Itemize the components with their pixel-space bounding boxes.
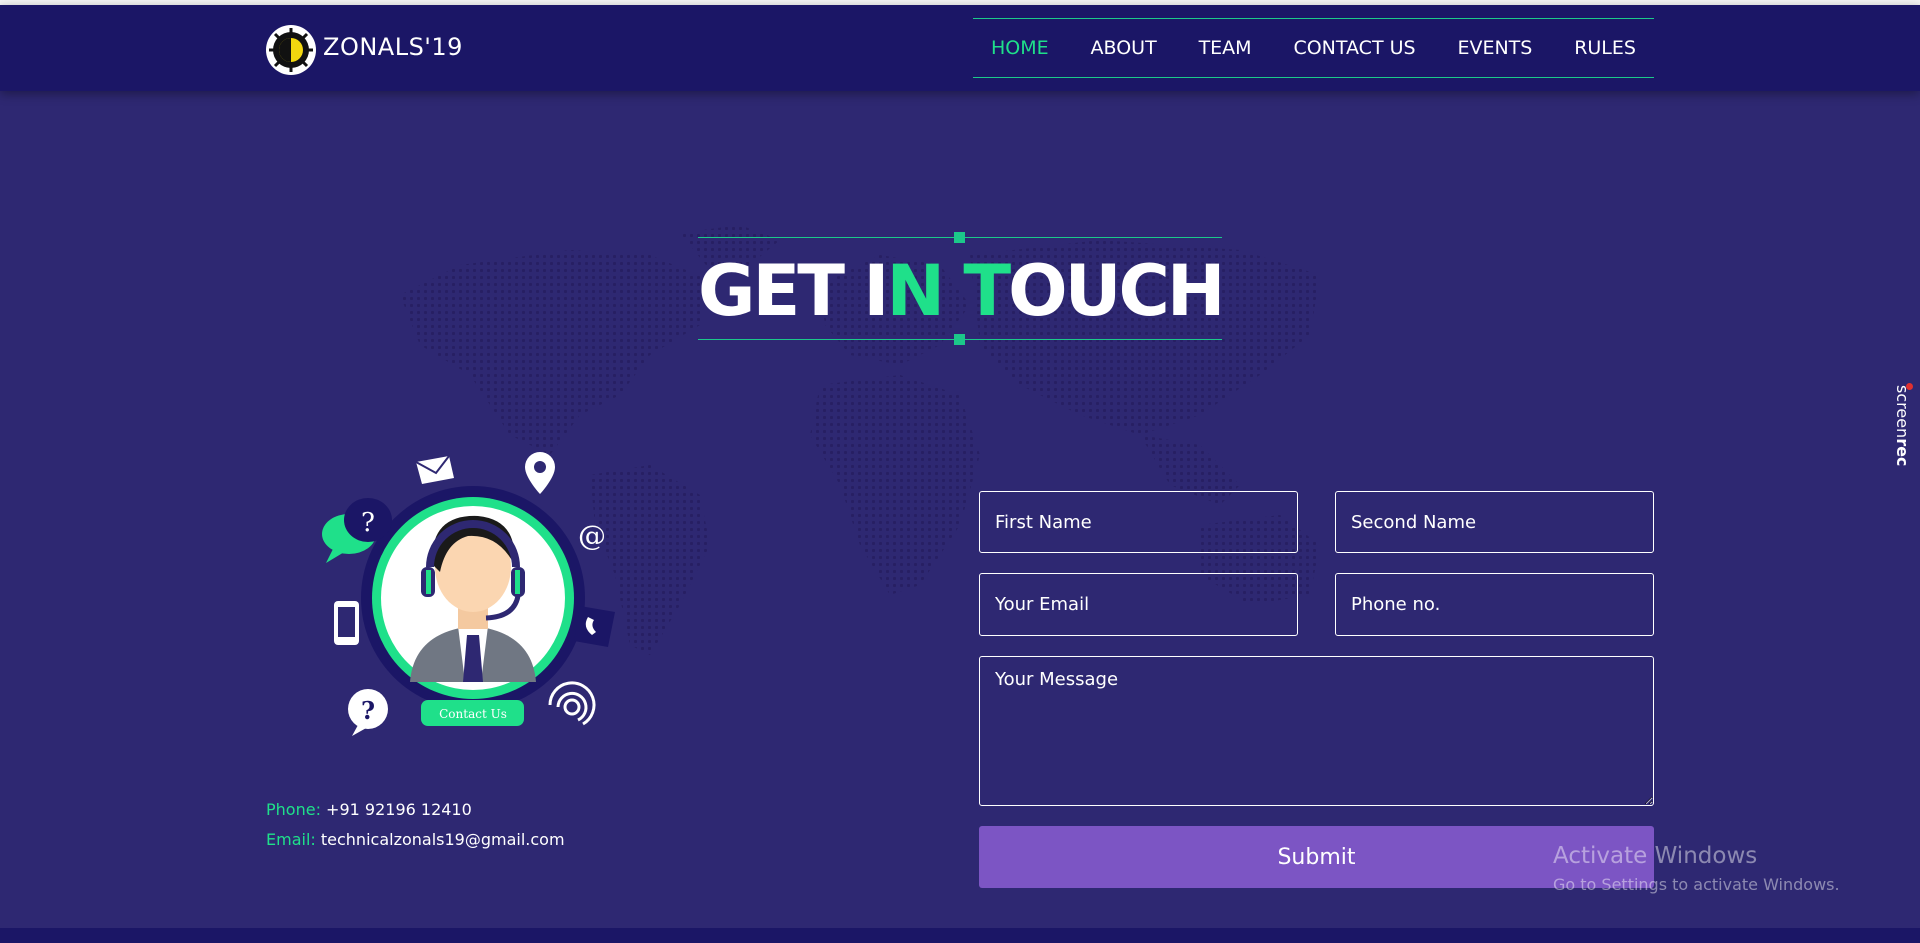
activate-windows-title: Activate Windows: [1553, 843, 1758, 869]
phone-icon: [574, 606, 615, 647]
customer-support-illustration: @ ? ? Contact Us: [322, 452, 615, 736]
activate-windows-subtitle: Go to Settings to activate Windows.: [1553, 875, 1840, 894]
main-nav: HOME ABOUT TEAM CONTACT US EVENTS RULES: [973, 18, 1654, 78]
second-name-field[interactable]: [1335, 491, 1654, 553]
question-bubble-icon: ?: [348, 689, 388, 736]
section-title: GET IN TOUCH: [698, 232, 1225, 345]
nav-home[interactable]: HOME: [991, 37, 1049, 59]
envelope-icon: [415, 455, 454, 484]
hearing-icon: [548, 681, 596, 726]
svg-text:?: ?: [361, 696, 375, 725]
contact-badge: Contact Us: [439, 707, 507, 721]
phone-value[interactable]: +91 92196 12410: [326, 800, 472, 819]
navbar: ZONALS'19 HOME ABOUT TEAM CONTACT US EVE…: [0, 5, 1920, 91]
location-pin-icon: [525, 452, 555, 494]
email-field[interactable]: [979, 573, 1298, 636]
logo-icon[interactable]: [265, 24, 317, 76]
nav-about[interactable]: ABOUT: [1091, 37, 1157, 59]
contact-info: Phone: +91 92196 12410 Email: technicalz…: [266, 795, 565, 855]
brand-name[interactable]: ZONALS'19: [323, 33, 463, 61]
nav-team[interactable]: TEAM: [1199, 37, 1252, 59]
phone-field[interactable]: [1335, 573, 1654, 636]
first-name-field[interactable]: [979, 491, 1298, 553]
title-bottom-dot: [954, 334, 965, 345]
smartphone-icon: [334, 601, 359, 645]
activate-windows-watermark: Activate Windows Go to Settings to activ…: [1553, 843, 1840, 894]
phone-label: Phone:: [266, 800, 321, 819]
at-sign-icon: @: [578, 519, 606, 552]
nav-contact-us[interactable]: CONTACT US: [1293, 37, 1415, 59]
email-label: Email:: [266, 830, 316, 849]
svg-text:?: ?: [361, 508, 375, 538]
page-title: GET IN TOUCH: [698, 250, 1225, 332]
email-line: Email: technicalzonals19@gmail.com: [266, 825, 565, 855]
phone-line: Phone: +91 92196 12410: [266, 795, 565, 825]
screenrec-watermark: screenrec: [1893, 385, 1912, 467]
nav-rules[interactable]: RULES: [1574, 37, 1636, 59]
message-field[interactable]: [979, 656, 1654, 806]
nav-events[interactable]: EVENTS: [1457, 37, 1532, 59]
footer-strip: [0, 928, 1920, 943]
email-value[interactable]: technicalzonals19@gmail.com: [321, 830, 565, 849]
title-top-dot: [954, 232, 965, 243]
